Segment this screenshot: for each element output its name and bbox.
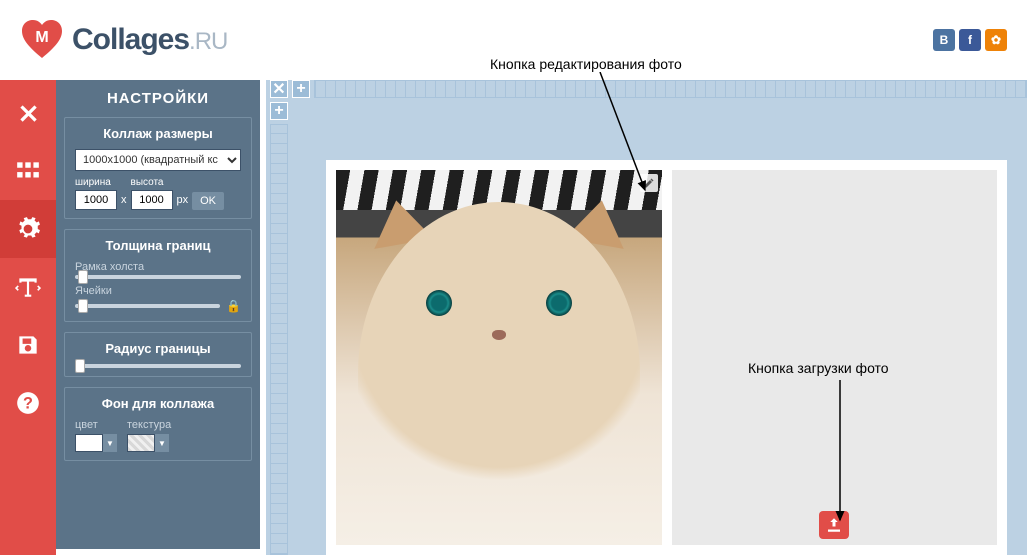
canvas-area: ✕ + + — [266, 80, 1027, 555]
bg-section: Фон для коллажа цвет ▼ текстура ▼ — [64, 387, 252, 461]
sidebar: ? — [0, 80, 56, 555]
bg-title: Фон для коллажа — [75, 396, 241, 411]
upload-photo-button[interactable] — [819, 511, 849, 539]
add-column-button[interactable]: + — [292, 80, 310, 98]
frame-label: Рамка холста — [75, 261, 241, 273]
logo-text: Collages.RU — [72, 23, 227, 57]
bg-texture-swatch[interactable] — [127, 434, 155, 452]
settings-panel: НАСТРОЙКИ Коллаж размеры 1000x1000 (квад… — [56, 80, 266, 555]
settings-button[interactable] — [0, 200, 56, 258]
border-section: Толщина границ Рамка холста Ячейки 🔒 — [64, 229, 252, 322]
svg-text:?: ? — [23, 394, 33, 412]
save-button[interactable] — [0, 316, 56, 374]
grid-button[interactable] — [0, 142, 56, 200]
radius-slider[interactable] — [75, 364, 241, 368]
size-preset-select[interactable]: 1000x1000 (квадратный кс — [75, 149, 241, 171]
width-input[interactable] — [75, 190, 117, 210]
bg-texture-dropdown[interactable]: ▼ — [155, 434, 169, 452]
help-button[interactable]: ? — [0, 374, 56, 432]
pencil-icon — [643, 177, 655, 189]
logo-heart-icon: M — [20, 18, 64, 62]
frame-slider[interactable] — [75, 275, 241, 279]
height-input[interactable] — [131, 190, 173, 210]
px-label: px — [177, 194, 189, 210]
ruler-vertical[interactable] — [270, 124, 288, 555]
ruler-corner-close[interactable]: ✕ — [270, 80, 288, 98]
height-label: высота — [131, 177, 173, 188]
social-ok-button[interactable]: ✿ — [985, 29, 1007, 51]
collage-canvas — [326, 160, 1007, 555]
cells-label: Ячейки — [75, 285, 241, 297]
cells-slider[interactable] — [75, 304, 220, 308]
bg-color-label: цвет — [75, 419, 117, 431]
add-row-button[interactable]: + — [270, 102, 288, 120]
close-button[interactable] — [0, 84, 56, 142]
bg-color-swatch[interactable] — [75, 434, 103, 452]
logo[interactable]: M Collages.RU — [20, 18, 227, 62]
size-ok-button[interactable]: OK — [192, 192, 224, 210]
bg-color-dropdown[interactable]: ▼ — [103, 434, 117, 452]
svg-text:M: M — [35, 29, 48, 46]
social-fb-button[interactable]: f — [959, 29, 981, 51]
radius-title: Радиус границы — [75, 341, 241, 356]
photo-cell-1[interactable] — [336, 170, 662, 545]
ruler-horizontal[interactable] — [314, 80, 1027, 98]
bg-texture-label: текстура — [127, 419, 171, 431]
size-title: Коллаж размеры — [75, 126, 241, 141]
x-sep: x — [121, 194, 127, 210]
photo-image — [336, 170, 662, 545]
radius-section: Радиус границы — [64, 332, 252, 377]
border-title: Толщина границ — [75, 238, 241, 253]
size-section: Коллаж размеры 1000x1000 (квадратный кс … — [64, 117, 252, 219]
upload-icon — [825, 516, 843, 534]
width-label: ширина — [75, 177, 117, 188]
panel-title: НАСТРОЙКИ — [56, 80, 260, 117]
edit-photo-button[interactable] — [640, 174, 658, 192]
social-vk-button[interactable]: B — [933, 29, 955, 51]
photo-cell-2[interactable] — [672, 170, 998, 545]
text-button[interactable] — [0, 258, 56, 316]
lock-icon[interactable]: 🔒 — [226, 299, 241, 313]
